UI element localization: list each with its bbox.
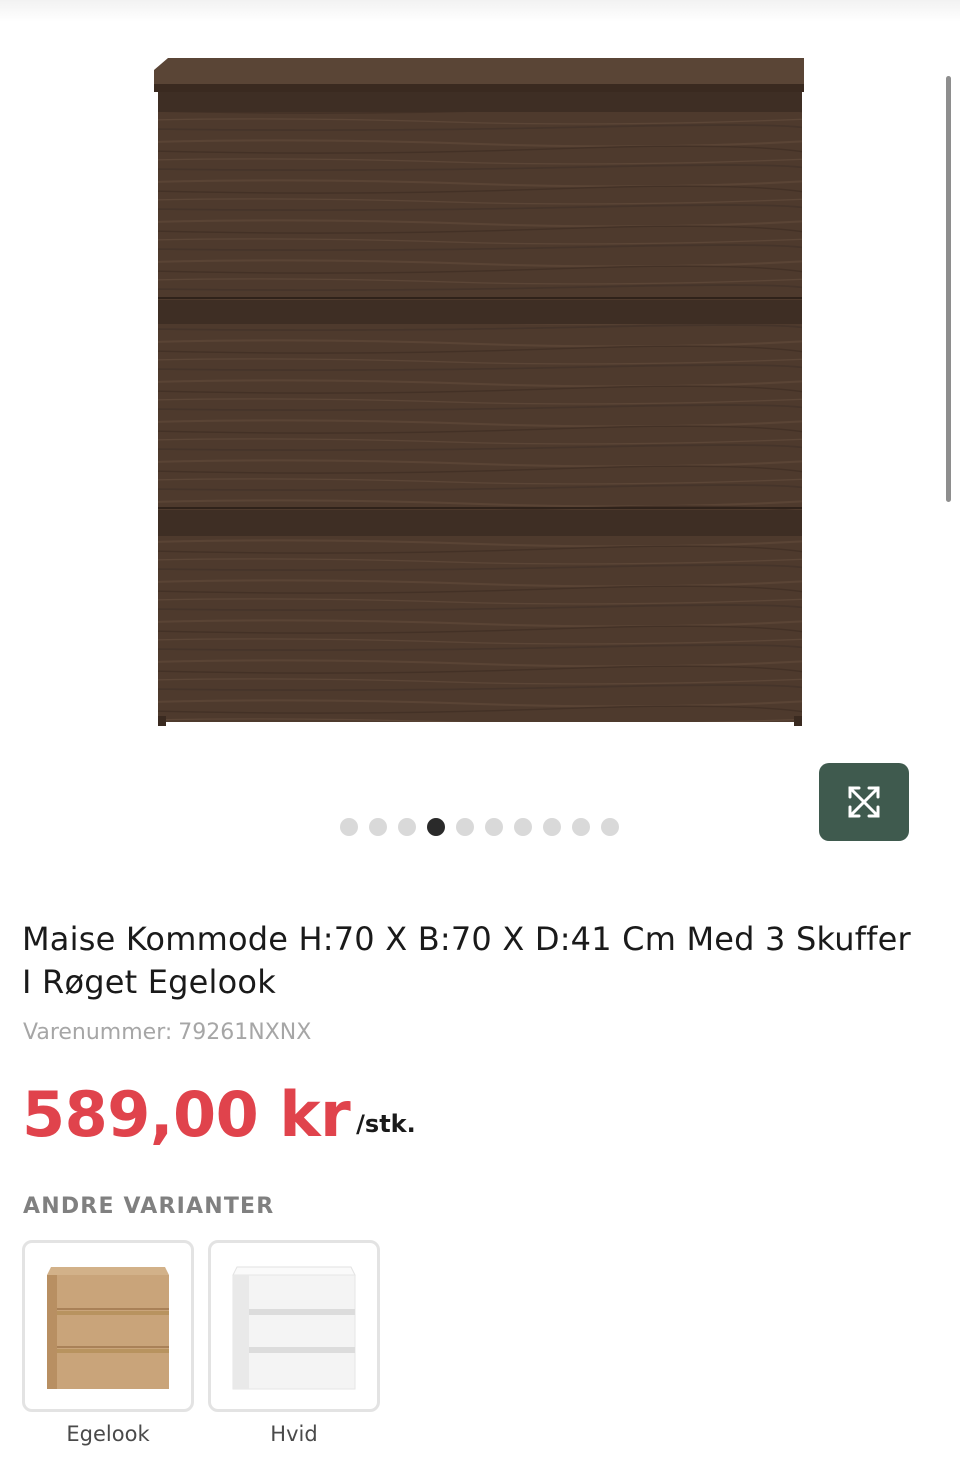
- variants-list: Egelook Hvid: [22, 1240, 380, 1446]
- sku-value: 79261NXNX: [178, 1020, 312, 1045]
- variants-heading: ANDRE VARIANTER: [23, 1194, 275, 1219]
- product-image[interactable]: [150, 56, 810, 728]
- variant-thumbnail-hvid: [232, 1266, 356, 1390]
- price: 589,00 kr: [22, 1078, 351, 1151]
- carousel-dot[interactable]: [543, 818, 561, 836]
- variant-card[interactable]: [22, 1240, 194, 1412]
- carousel-dots: [340, 818, 619, 836]
- variant-label: Egelook: [66, 1422, 150, 1446]
- sku-line: Varenummer: 79261NXNX: [23, 1020, 311, 1045]
- carousel-dot[interactable]: [427, 818, 445, 836]
- carousel-dot[interactable]: [398, 818, 416, 836]
- carousel-dot[interactable]: [572, 818, 590, 836]
- variant-thumbnail-egelook: [47, 1267, 169, 1389]
- scrollbar[interactable]: [946, 76, 951, 502]
- carousel-dot[interactable]: [601, 818, 619, 836]
- carousel-dot[interactable]: [456, 818, 474, 836]
- expand-arrows-icon: [848, 786, 880, 818]
- carousel-dot[interactable]: [485, 818, 503, 836]
- carousel-dot[interactable]: [514, 818, 532, 836]
- variant-label: Hvid: [270, 1422, 318, 1446]
- product-title: Maise Kommode H:70 X B:70 X D:41 Cm Med …: [22, 920, 911, 1001]
- variant-card[interactable]: [208, 1240, 380, 1412]
- sku-label: Varenummer:: [23, 1020, 173, 1045]
- expand-gallery-button[interactable]: [819, 763, 909, 841]
- variant-hvid[interactable]: Hvid: [208, 1240, 380, 1446]
- variant-egelook[interactable]: Egelook: [22, 1240, 194, 1446]
- product-gallery[interactable]: [0, 0, 960, 860]
- carousel-dot[interactable]: [340, 818, 358, 836]
- price-unit: /stk.: [356, 1110, 416, 1138]
- price-row: 589,00 kr /stk.: [22, 1080, 416, 1150]
- carousel-dot[interactable]: [369, 818, 387, 836]
